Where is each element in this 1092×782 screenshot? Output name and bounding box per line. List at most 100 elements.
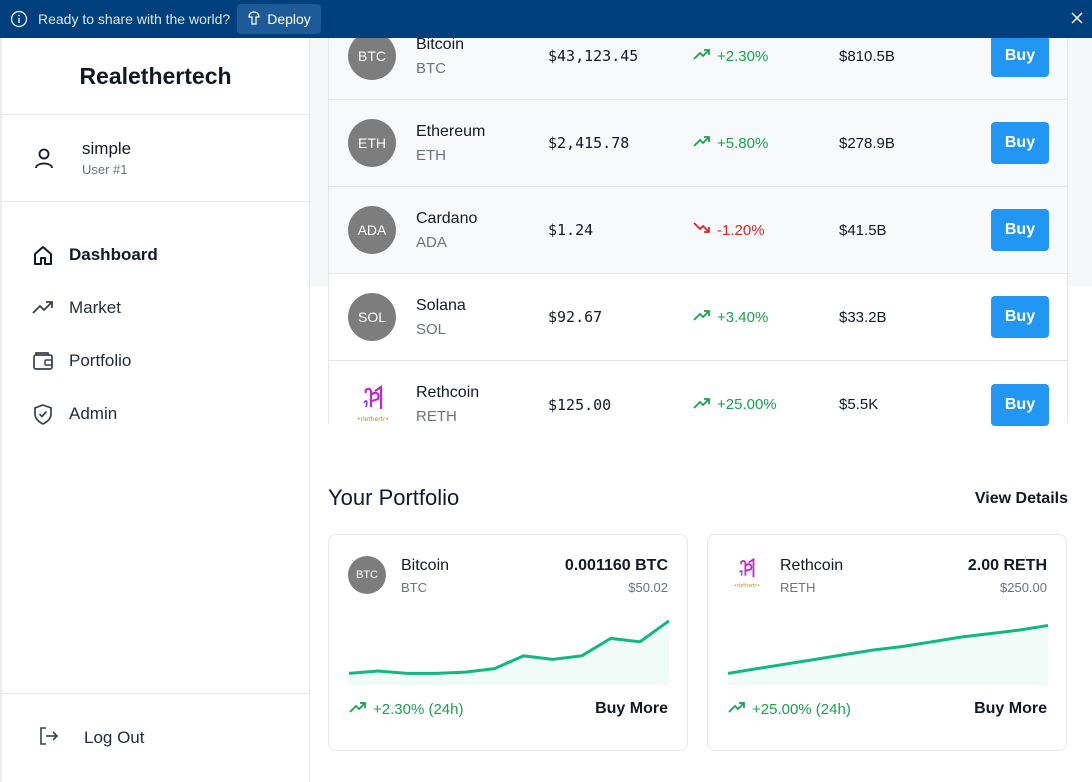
trending-up-icon	[31, 296, 55, 320]
deploy-button[interactable]: Deploy	[237, 4, 321, 34]
coin-market-cap: $278.9B	[839, 134, 895, 152]
coin-symbol: RETH	[416, 408, 457, 425]
coin-change: +3.40%	[693, 308, 768, 326]
coin-name: Rethcoin	[780, 557, 844, 574]
view-details-link[interactable]: View Details	[975, 490, 1068, 508]
coin-price: $92.67	[548, 308, 603, 326]
coin-name: Solana	[416, 296, 466, 314]
coin-avatar: SOL	[348, 293, 396, 341]
table-row: ETH Ethereum ETH $2,415.78 +5.80% $278.9…	[329, 100, 1067, 187]
sidebar-item-dashboard[interactable]: Dashboard	[2, 228, 309, 281]
coin-symbol: ADA	[416, 233, 447, 251]
buy-button[interactable]: Buy	[991, 122, 1049, 164]
user-icon	[32, 146, 56, 170]
coin-market-cap: $33.2B	[839, 308, 887, 326]
sidebar-item-label: Admin	[69, 403, 118, 423]
home-icon	[31, 243, 55, 267]
sparkline-chart	[728, 624, 1048, 685]
portfolio-card: •rlethertr• Rethcoin RETH 2.00 RETH $250…	[707, 534, 1067, 751]
deploy-icon	[247, 10, 261, 28]
sidebar-nav: Dashboard Market Portfolio Admin	[2, 202, 309, 440]
sparkline-area	[349, 620, 669, 685]
holding-value: $50.02	[628, 580, 668, 595]
table-row: •rlethertr• Rethcoin RETH $125.00 +25.00…	[329, 361, 1067, 448]
svg-text:•rlethertr•: •rlethertr•	[734, 583, 760, 589]
coin-change: +25.00%	[693, 396, 777, 414]
coin-price: $125.00	[548, 395, 612, 414]
change-value: +2.30%	[717, 47, 769, 65]
change-value: +2.30% (24h)	[373, 700, 464, 718]
portfolio-card: BTC Bitcoin BTC 0.001160 BTC $50.02 +2.3…	[328, 534, 688, 751]
holding-amount: 2.00 RETH	[967, 557, 1047, 574]
coin-name: Bitcoin	[401, 557, 450, 574]
trending-up-icon	[693, 396, 711, 414]
logout-icon	[38, 725, 60, 752]
coin-name: Ethereum	[416, 122, 486, 140]
coin-change: +2.30%	[693, 47, 768, 65]
deploy-banner: Ready to share with the world? Deploy	[0, 0, 1092, 38]
change-value: +5.80%	[717, 134, 769, 152]
sidebar-item-label: Market	[69, 297, 121, 317]
coin-price: $1.24	[548, 221, 594, 239]
table-row: BTC Bitcoin BTC $43,123.45 +2.30% $810.5…	[329, 38, 1067, 100]
coin-market-cap: $5.5K	[839, 396, 879, 413]
trending-up-icon	[693, 47, 711, 65]
sidebar-item-market[interactable]: Market	[2, 281, 309, 334]
coin-avatar: ETH	[348, 119, 396, 167]
holding-change: +2.30% (24h)	[349, 700, 463, 718]
rethcoin-logo: •rlethertr•	[730, 554, 764, 594]
user-profile: simple User #1	[2, 115, 309, 202]
coin-name: Cardano	[416, 209, 478, 227]
sidebar-item-admin[interactable]: Admin	[2, 387, 309, 440]
buy-more-button[interactable]: Buy More	[974, 700, 1047, 718]
sidebar-item-label: Dashboard	[69, 244, 158, 264]
coin-change: -1.20%	[693, 221, 765, 239]
buy-button[interactable]: Buy	[991, 383, 1049, 426]
change-value: +3.40%	[717, 308, 769, 326]
sparkline-chart	[349, 619, 669, 685]
holding-value: $250.00	[1000, 580, 1047, 595]
trending-up-icon	[693, 308, 711, 326]
coin-price: $2,415.78	[548, 134, 630, 152]
banner-message: Ready to share with the world?	[38, 11, 231, 27]
trending-down-icon	[693, 221, 711, 239]
trending-up-icon	[728, 700, 746, 718]
portfolio-title: Your Portfolio	[328, 485, 460, 510]
change-value: +25.00%	[717, 396, 777, 413]
coin-market-cap: $41.5B	[839, 221, 887, 239]
sidebar-item-portfolio[interactable]: Portfolio	[2, 334, 309, 387]
wallet-icon	[31, 349, 55, 373]
info-icon	[10, 10, 28, 28]
sparkline-area	[728, 625, 1048, 685]
buy-button[interactable]: Buy	[991, 209, 1049, 251]
holding-change: +25.00% (24h)	[728, 700, 851, 718]
table-row: ADA Cardano ADA $1.24 -1.20% $41.5B Buy	[329, 187, 1067, 274]
coin-avatar: ADA	[348, 206, 396, 254]
user-name: simple	[82, 139, 132, 158]
sidebar-item-label: Portfolio	[69, 350, 132, 370]
market-table: BTC Bitcoin BTC $43,123.45 +2.30% $810.5…	[328, 38, 1068, 448]
coin-symbol: BTC	[401, 580, 427, 595]
change-value: -1.20%	[717, 221, 765, 239]
change-value: +25.00% (24h)	[752, 700, 851, 718]
rethcoin-logo: •rlethertr•	[352, 381, 394, 429]
coin-market-cap: $810.5B	[839, 47, 895, 65]
buy-button[interactable]: Buy	[991, 296, 1049, 338]
coin-symbol: BTC	[416, 59, 446, 77]
buy-button[interactable]: Buy	[991, 38, 1049, 77]
table-row: SOL Solana SOL $92.67 +3.40% $33.2B Buy	[329, 274, 1067, 361]
close-icon[interactable]	[1068, 9, 1086, 27]
svg-text:•rlethertr•: •rlethertr•	[357, 416, 389, 423]
brand-title: Realethertech	[2, 38, 309, 115]
coin-avatar: BTC	[348, 556, 386, 594]
logout-button[interactable]: Log Out	[2, 693, 309, 782]
logout-label: Log Out	[84, 728, 145, 747]
coin-symbol: RETH	[780, 580, 816, 595]
trending-up-icon	[693, 134, 711, 152]
coin-change: +5.80%	[693, 134, 768, 152]
coin-price: $43,123.45	[548, 47, 639, 65]
user-id: User #1	[82, 162, 128, 177]
coin-name: Bitcoin	[416, 38, 465, 53]
buy-more-button[interactable]: Buy More	[595, 700, 668, 718]
shield-icon	[31, 402, 55, 426]
